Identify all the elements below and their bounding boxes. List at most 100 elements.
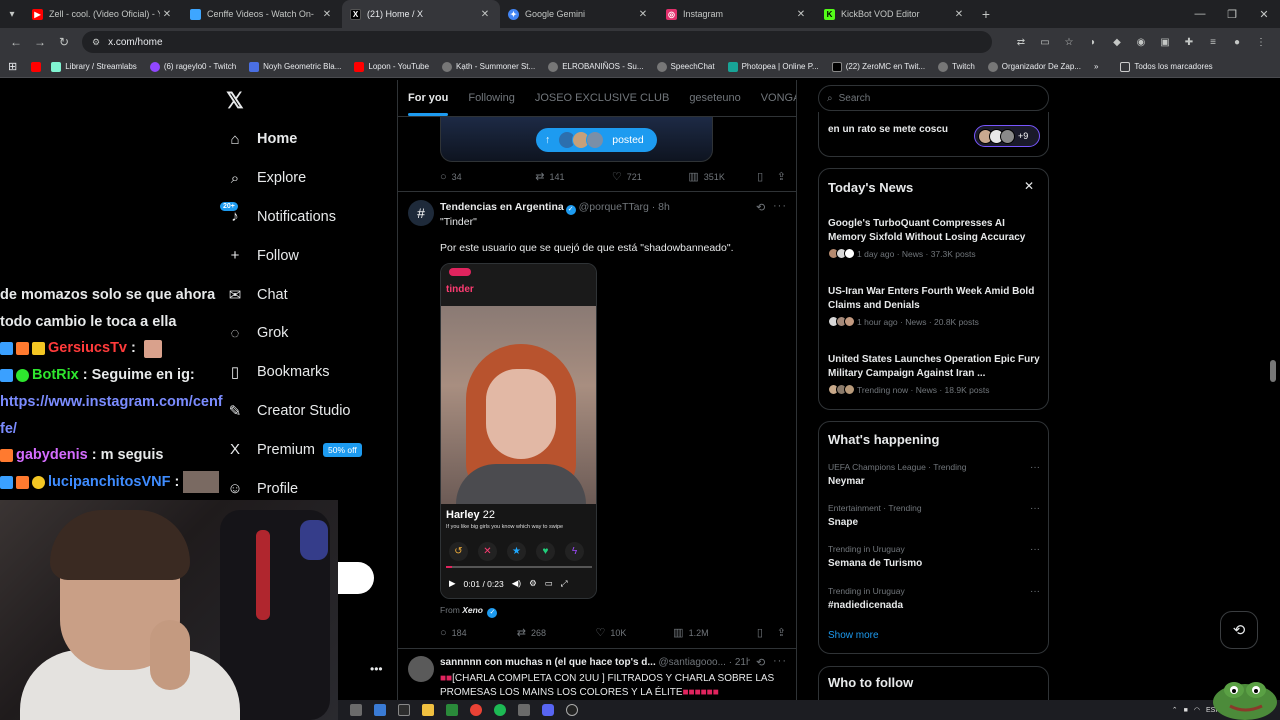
bookmark-button[interactable]: ▯ [757,170,777,183]
trend-item[interactable]: Trending in Uruguay Semana de Turismo ··· [828,544,1040,569]
tab-kickbot[interactable]: K KickBot VOD Editor ✕ [816,0,974,28]
extension-icon[interactable]: ◗ [1082,37,1104,48]
sidebar-item-premium[interactable]: X Premium 50% off [226,430,386,469]
repost-button[interactable]: ⇄ 268 [517,626,596,639]
app-icon[interactable] [446,704,458,716]
app-icon[interactable] [518,704,530,716]
more-options-icon[interactable]: ··· [773,655,787,667]
more-options-icon[interactable]: ··· [1030,462,1040,473]
fullscreen-icon[interactable]: ⤢ [561,578,568,589]
author-name[interactable]: sannnnn con muchas n (el que hace top's … [440,657,656,668]
more-options-icon[interactable]: ··· [1030,586,1040,597]
close-icon[interactable]: ✕ [636,9,650,20]
bookmark-item[interactable]: Twitch [938,61,975,72]
more-options-icon[interactable]: ··· [1030,544,1040,555]
reading-list-icon[interactable]: ≡ [1202,37,1224,48]
tab-instagram[interactable]: ◎ Instagram ✕ [658,0,816,28]
star-icon[interactable]: ☆ [1058,37,1080,48]
reply-button[interactable]: ○ 34 [440,171,535,183]
news-item[interactable]: Google's TurboQuant Compresses AI Memory… [828,217,1040,259]
chevron-up-icon[interactable]: ⌃ [1172,706,1178,714]
minimize-icon[interactable]: — [1184,8,1216,21]
extension-icon[interactable]: ◆ [1106,37,1128,48]
video-progress[interactable] [446,566,592,568]
trend-item[interactable]: UEFA Champions League · Trending Neymar ··… [828,462,1040,487]
bookmark-item[interactable]: Organizador De Zap... [987,61,1081,72]
x-logo[interactable]: 𝕏 [226,88,244,114]
puzzle-icon[interactable]: ✚ [1178,37,1200,48]
avatar[interactable] [408,656,434,682]
bookmark-item[interactable]: Lopon - YouTube [354,61,429,72]
cast-icon[interactable]: ▭ [1034,37,1056,48]
trend-item[interactable]: Entertainment · Trending Snape ··· [828,503,1040,528]
tab-gemini[interactable]: ✦ Google Gemini ✕ [500,0,658,28]
app-icon[interactable] [350,704,362,716]
extension-icon[interactable]: ◉ [1130,37,1152,48]
like-button[interactable]: ♡ 721 [612,170,689,183]
bookmark-item[interactable]: Kạth - Summoner St... [442,61,535,72]
forward-icon[interactable]: → [28,35,52,49]
views-button[interactable]: ▥ 351K [688,170,757,183]
like-button[interactable]: ♡ 10K [595,626,673,639]
tab-following[interactable]: Following [458,80,524,116]
close-icon[interactable]: ✕ [952,9,966,20]
tab-youtube[interactable]: ▶ Zell - cool. (Video Oficial) - You ✕ [24,0,182,28]
tab-cenffe[interactable]: Cenffe Videos - Watch On- ✕ [182,0,342,28]
profile-avatar-icon[interactable]: ● [1226,37,1248,48]
volume-icon[interactable]: ◀) [512,578,521,589]
tab-x-home[interactable]: X (21) Home / X ✕ [342,0,500,28]
play-icon[interactable]: ▶ [449,578,456,589]
grok-icon[interactable]: ⟲ [756,656,766,669]
close-icon[interactable]: ✕ [794,9,808,20]
trend-item[interactable]: Trending in Uruguay #nadiedicenada ··· [828,586,1040,611]
close-icon[interactable]: ✕ [160,9,174,20]
from-user[interactable]: Xeno [462,605,483,615]
live-card[interactable]: en un rato se mete coscu +9 [818,112,1049,157]
menu-icon[interactable]: ⋮ [1250,37,1272,48]
bookmark-item[interactable]: (6) rageylo0 - Twitch [149,61,236,72]
sidebar-item-home[interactable]: ⌂ Home [226,120,386,159]
settings-icon[interactable]: ⚙ [529,578,537,589]
tab-vongang[interactable]: VONGANG [751,80,796,116]
bookmark-item[interactable]: Library / Streamlabs [51,61,137,72]
close-window-icon[interactable]: ✕ [1248,8,1280,21]
tab-geseteuno[interactable]: geseteuno [679,80,750,116]
bookmark-item[interactable]: Noyh Geometric Bla... [249,61,341,72]
new-posts-pill[interactable]: ↑ posted [536,128,657,152]
close-icon[interactable]: ✕ [320,9,334,20]
live-participants[interactable]: +9 [974,125,1040,147]
folder-icon[interactable] [422,704,434,716]
sidebar-item-creator-studio[interactable]: ✎ Creator Studio [226,392,386,431]
sidebar-item-notifications[interactable]: 20+ ♪ Notifications [220,198,386,237]
bookmark-item[interactable]: ELROBANIÑOS - Su... [548,61,644,72]
sidebar-item-bookmarks[interactable]: ▯ Bookmarks [226,353,386,392]
news-item[interactable]: United States Launches Operation Epic Fu… [828,353,1040,395]
author-handle[interactable]: @santiagooo... [659,657,726,668]
share-button[interactable]: ⇪ [777,626,786,639]
video-player[interactable]: tinder Harley 22 If you like big girls y… [440,263,597,599]
scrollbar-thumb[interactable] [1270,360,1276,382]
sidebar-item-follow[interactable]: + Follow [226,236,386,275]
bookmark-item[interactable]: (22) ZeroMC en Twit... [831,61,925,72]
bookmark-item[interactable]: Photopea | Online P... [727,61,819,72]
url-field[interactable]: ⚙ x.com/home [82,31,992,53]
repost-button[interactable]: ⇄ 141 [535,170,612,183]
reload-icon[interactable]: ↻ [52,35,76,49]
restore-icon[interactable]: ❐ [1216,8,1248,21]
translate-icon[interactable]: ⇄ [1010,37,1032,48]
sidebar-item-chat[interactable]: ✉ Chat [226,275,386,314]
site-info-icon[interactable]: ⚙ [92,37,100,48]
app-icon[interactable] [398,704,410,716]
app-icon[interactable] [374,704,386,716]
author-name[interactable]: Tendencias en Argentina [440,201,564,213]
reply-button[interactable]: ○ 184 [440,627,517,639]
grok-floating-button[interactable]: ⟲ [1220,611,1258,649]
sidebar-item-explore[interactable]: ⌕ Explore [226,159,386,198]
spotify-icon[interactable] [494,704,506,716]
grok-icon[interactable]: ⟲ [756,201,766,214]
post-button[interactable] [338,562,374,594]
youtube-bookmark-icon[interactable] [31,61,45,72]
tab-joseo[interactable]: JOSEO EXCLUSIVE CLUB [525,80,680,116]
search-input[interactable]: ⌕ Search [818,85,1049,111]
all-bookmarks[interactable]: Todos los marcadores [1120,61,1213,72]
